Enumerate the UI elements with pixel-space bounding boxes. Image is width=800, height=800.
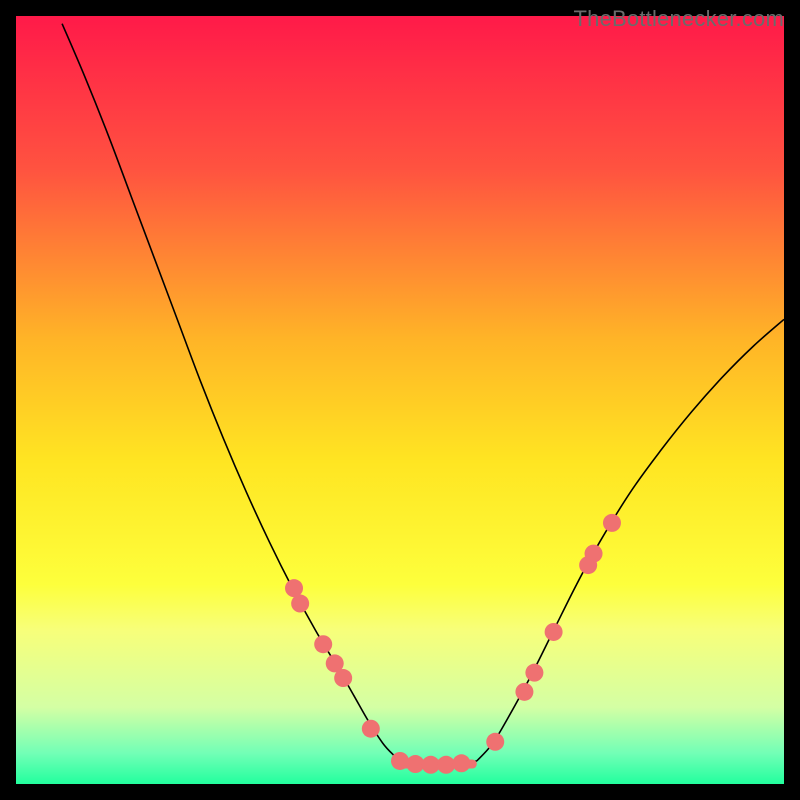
data-marker bbox=[362, 720, 380, 738]
data-marker bbox=[525, 664, 543, 682]
data-marker bbox=[545, 623, 563, 641]
data-marker bbox=[585, 545, 603, 563]
data-marker bbox=[314, 635, 332, 653]
data-marker bbox=[391, 752, 409, 770]
data-marker bbox=[422, 756, 440, 774]
data-marker bbox=[515, 683, 533, 701]
data-marker bbox=[406, 755, 424, 773]
data-marker bbox=[437, 756, 455, 774]
watermark-label: TheBottleneсker.com bbox=[574, 6, 784, 32]
data-marker bbox=[452, 754, 470, 772]
data-marker bbox=[291, 595, 309, 613]
gradient-background bbox=[16, 16, 784, 784]
chart-frame bbox=[16, 16, 784, 784]
chart-svg bbox=[16, 16, 784, 784]
data-marker bbox=[334, 669, 352, 687]
data-marker bbox=[285, 579, 303, 597]
data-marker bbox=[603, 514, 621, 532]
data-marker bbox=[486, 733, 504, 751]
